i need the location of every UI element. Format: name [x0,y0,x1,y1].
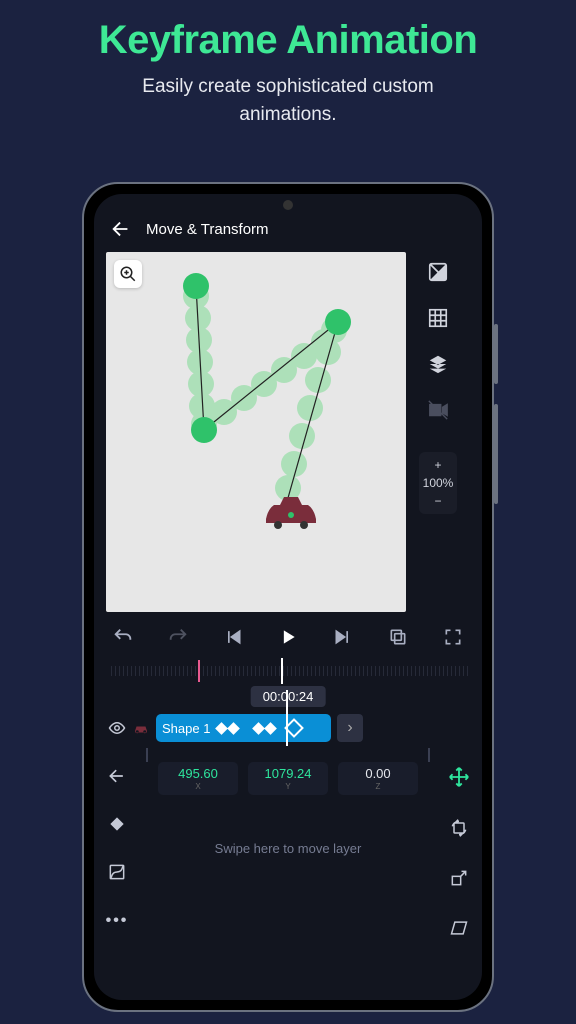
back-arrow-icon[interactable] [107,766,127,786]
layer-track: Shape 1 › [94,688,482,748]
skew-tool-icon[interactable] [449,918,469,938]
app-screen: Move & Transform [94,194,482,1000]
promo-title: Keyframe Animation [0,0,576,63]
keyframe-icon[interactable] [109,816,125,832]
undo-icon[interactable] [112,626,134,648]
easing-icon[interactable] [107,862,127,882]
copy-icon[interactable] [387,626,409,648]
rotate-tool-icon[interactable] [449,818,469,838]
layer-thumb-car-icon [132,719,150,737]
zoom-in-button[interactable]: + [434,458,441,472]
scale-tool-icon[interactable] [449,868,469,888]
phone-mockup: Move & Transform [82,182,494,1012]
skip-end-icon[interactable] [332,626,354,648]
canvas-bg-icon[interactable] [426,260,450,284]
move-tool-icon[interactable] [448,766,470,788]
layers-icon[interactable] [426,352,450,376]
visibility-icon[interactable] [108,719,126,737]
zoom-control: + 100% − [419,452,458,514]
coord-y[interactable]: 1079.24Y [248,762,328,795]
timeline-ruler[interactable]: 00:00:24 [108,658,468,688]
more-icon[interactable]: ••• [106,912,129,930]
canvas[interactable] [106,252,406,612]
skip-start-icon[interactable] [222,626,244,648]
animation-clip[interactable]: Shape 1 [156,714,331,742]
zoom-out-button[interactable]: − [434,494,441,508]
promo-subtitle: Easily create sophisticated custom anima… [0,73,576,128]
play-icon[interactable] [277,626,299,648]
back-icon[interactable] [110,218,132,240]
in-point-marker[interactable] [198,660,200,682]
redo-icon[interactable] [167,626,189,648]
move-hint: Swipe here to move layer [144,841,432,856]
clip-expand-icon[interactable]: › [337,714,363,742]
coord-z[interactable]: 0.00Z [338,762,418,795]
grid-icon[interactable] [426,306,450,330]
property-panel: ••• 495.60X 1079.24Y 0.00Z Swipe here to… [94,748,482,1000]
fullscreen-icon[interactable] [442,626,464,648]
coord-x[interactable]: 495.60X [158,762,238,795]
camera-off-icon[interactable] [426,398,450,422]
header-title: Move & Transform [146,221,269,238]
playhead[interactable] [281,658,283,684]
clip-label: Shape 1 [162,721,210,736]
playback-bar [94,612,482,656]
zoom-value: 100% [423,476,454,490]
